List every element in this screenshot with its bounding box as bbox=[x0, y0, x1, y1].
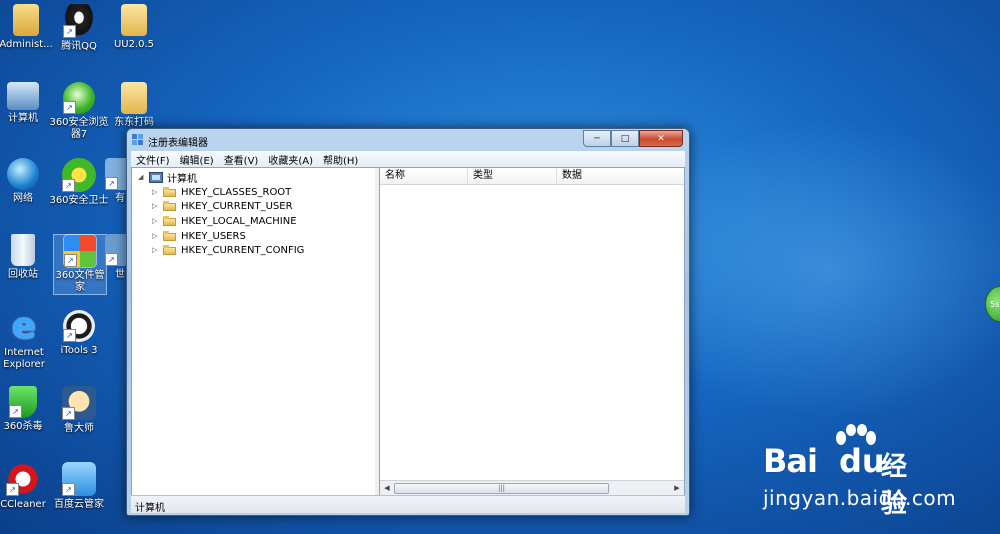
title-bar[interactable]: 注册表编辑器 ─ □ ✕ bbox=[127, 129, 689, 150]
computer-icon bbox=[7, 82, 39, 110]
shortcut-arrow-icon: ↗ bbox=[63, 329, 76, 342]
computer-icon bbox=[149, 171, 163, 183]
menu-view[interactable]: 查看(V) bbox=[219, 152, 264, 167]
shortcut-arrow-icon: ↗ bbox=[9, 405, 22, 418]
shortcut-arrow-icon: ↗ bbox=[62, 179, 75, 192]
tree-item-hkey-users[interactable]: ▷ HKEY_USERS bbox=[152, 229, 246, 243]
desktop-icon-uu[interactable]: UU2.0.5 bbox=[102, 4, 166, 51]
tree-item-label: HKEY_LOCAL_MACHINE bbox=[181, 215, 297, 227]
tree-item-label: HKEY_CLASSES_ROOT bbox=[181, 186, 292, 198]
shortcut-arrow-icon: ↗ bbox=[64, 254, 77, 267]
folder-icon bbox=[163, 216, 176, 226]
expand-arrow-icon[interactable]: ▷ bbox=[152, 202, 160, 210]
desktop-icon-ludashi[interactable]: ↗ 鲁大师 bbox=[47, 386, 111, 435]
watermark-brand-bai: Bai bbox=[763, 442, 818, 480]
tree-item-label: HKEY_USERS bbox=[181, 230, 246, 242]
tree-item-label: HKEY_CURRENT_CONFIG bbox=[181, 244, 305, 256]
list-header: 名称 类型 数据 bbox=[380, 168, 684, 185]
folder-icon bbox=[121, 4, 147, 36]
scrollbar-thumb[interactable]: ||| bbox=[394, 483, 609, 494]
folder-icon bbox=[163, 231, 176, 241]
tree-item-hkey-current-config[interactable]: ▷ HKEY_CURRENT_CONFIG bbox=[152, 243, 304, 257]
itools-icon: ↗ bbox=[63, 310, 95, 342]
window-title: 注册表编辑器 bbox=[148, 138, 208, 149]
expand-arrow-icon[interactable]: ▷ bbox=[152, 217, 160, 225]
user-folder-icon bbox=[13, 4, 39, 36]
desktop-icon-dongdong[interactable]: 东东打码 bbox=[102, 82, 166, 129]
watermark-url: jingyan.baidu.com bbox=[763, 486, 957, 510]
horizontal-scrollbar[interactable]: ◀ ||| ▶ bbox=[380, 480, 684, 495]
menu-favorites[interactable]: 收藏夹(A) bbox=[263, 152, 318, 167]
shortcut-arrow-icon: ↗ bbox=[62, 407, 75, 420]
content-area: ◢ 计算机 ▷ HKEY_CLASSES_ROOT ▷ HKEY_CURRENT… bbox=[131, 167, 685, 496]
expand-arrow-icon[interactable]: ▷ bbox=[152, 188, 160, 196]
registry-editor-icon bbox=[132, 134, 143, 145]
network-globe-icon bbox=[7, 158, 39, 190]
close-button[interactable]: ✕ bbox=[639, 130, 683, 147]
shield-icon: ↗ bbox=[9, 386, 37, 418]
column-header-data[interactable]: 数据 bbox=[557, 168, 684, 184]
desktop-icon-recycle-bin[interactable]: 回收站 bbox=[0, 234, 55, 281]
folder-icon bbox=[163, 187, 176, 197]
folder-icon bbox=[163, 245, 176, 255]
scroll-right-arrow-icon[interactable]: ▶ bbox=[670, 481, 684, 495]
tree-item-hkey-current-user[interactable]: ▷ HKEY_CURRENT_USER bbox=[152, 199, 293, 213]
menu-file[interactable]: 文件(F) bbox=[131, 152, 175, 167]
shortcut-arrow-icon: ↗ bbox=[6, 483, 19, 496]
minimize-button[interactable]: ─ bbox=[583, 130, 611, 147]
column-header-name[interactable]: 名称 bbox=[380, 168, 468, 184]
maximize-button[interactable]: □ bbox=[611, 130, 639, 147]
ccleaner-icon: ↗ bbox=[6, 462, 40, 496]
folder-icon bbox=[121, 82, 147, 114]
collapse-arrow-icon[interactable]: ◢ bbox=[138, 173, 146, 181]
value-list[interactable]: 名称 类型 数据 ◀ ||| ▶ bbox=[380, 168, 684, 495]
status-text: 计算机 bbox=[135, 503, 165, 514]
penguin-icon: ↗ bbox=[63, 4, 95, 38]
window-controls: ─ □ ✕ bbox=[583, 130, 683, 147]
shortcut-arrow-icon: ↗ bbox=[105, 177, 118, 190]
desktop-icon-baidu-cloud[interactable]: ↗ 百度云管家 bbox=[47, 462, 111, 511]
column-header-type[interactable]: 类型 bbox=[468, 168, 557, 184]
shortcut-arrow-icon: ↗ bbox=[63, 101, 76, 114]
cloud-icon: ↗ bbox=[62, 462, 96, 496]
menu-help[interactable]: 帮助(H) bbox=[318, 152, 363, 167]
shortcut-arrow-icon: ↗ bbox=[105, 253, 118, 266]
watermark-brand-du: du bbox=[839, 442, 885, 480]
shortcut-arrow-icon: ↗ bbox=[62, 483, 75, 496]
shortcut-arrow-icon: ↗ bbox=[63, 25, 76, 38]
expand-arrow-icon[interactable]: ▷ bbox=[152, 232, 160, 240]
tree-root[interactable]: ◢ 计算机 bbox=[138, 170, 197, 185]
desktop-icon-itools[interactable]: ↗ iTools 3 bbox=[47, 310, 111, 357]
master-face-icon: ↗ bbox=[62, 386, 96, 420]
registry-tree[interactable]: ◢ 计算机 ▷ HKEY_CLASSES_ROOT ▷ HKEY_CURRENT… bbox=[132, 168, 376, 495]
menu-bar: 文件(F) 编辑(E) 查看(V) 收藏夹(A) 帮助(H) bbox=[131, 151, 685, 168]
status-bar: 计算机 bbox=[131, 495, 685, 514]
scroll-left-arrow-icon[interactable]: ◀ bbox=[380, 481, 394, 495]
scrollbar-grip: ||| bbox=[497, 484, 506, 492]
tree-item-hkey-classes-root[interactable]: ▷ HKEY_CLASSES_ROOT bbox=[152, 185, 291, 199]
expand-arrow-icon[interactable]: ▷ bbox=[152, 246, 160, 254]
tree-item-hkey-local-machine[interactable]: ▷ HKEY_LOCAL_MACHINE bbox=[152, 214, 297, 228]
internet-explorer-icon: e bbox=[11, 306, 37, 347]
registry-editor-window[interactable]: 注册表编辑器 ─ □ ✕ 文件(F) 编辑(E) 查看(V) 收藏夹(A) 帮助… bbox=[126, 128, 690, 516]
tree-root-label: 计算机 bbox=[167, 173, 197, 185]
menu-edit[interactable]: 编辑(E) bbox=[175, 152, 219, 167]
browser-globe-icon: ↗ bbox=[63, 82, 95, 114]
tree-item-label: HKEY_CURRENT_USER bbox=[181, 200, 293, 212]
recycle-bin-icon bbox=[11, 234, 35, 266]
folder-icon bbox=[163, 201, 176, 211]
